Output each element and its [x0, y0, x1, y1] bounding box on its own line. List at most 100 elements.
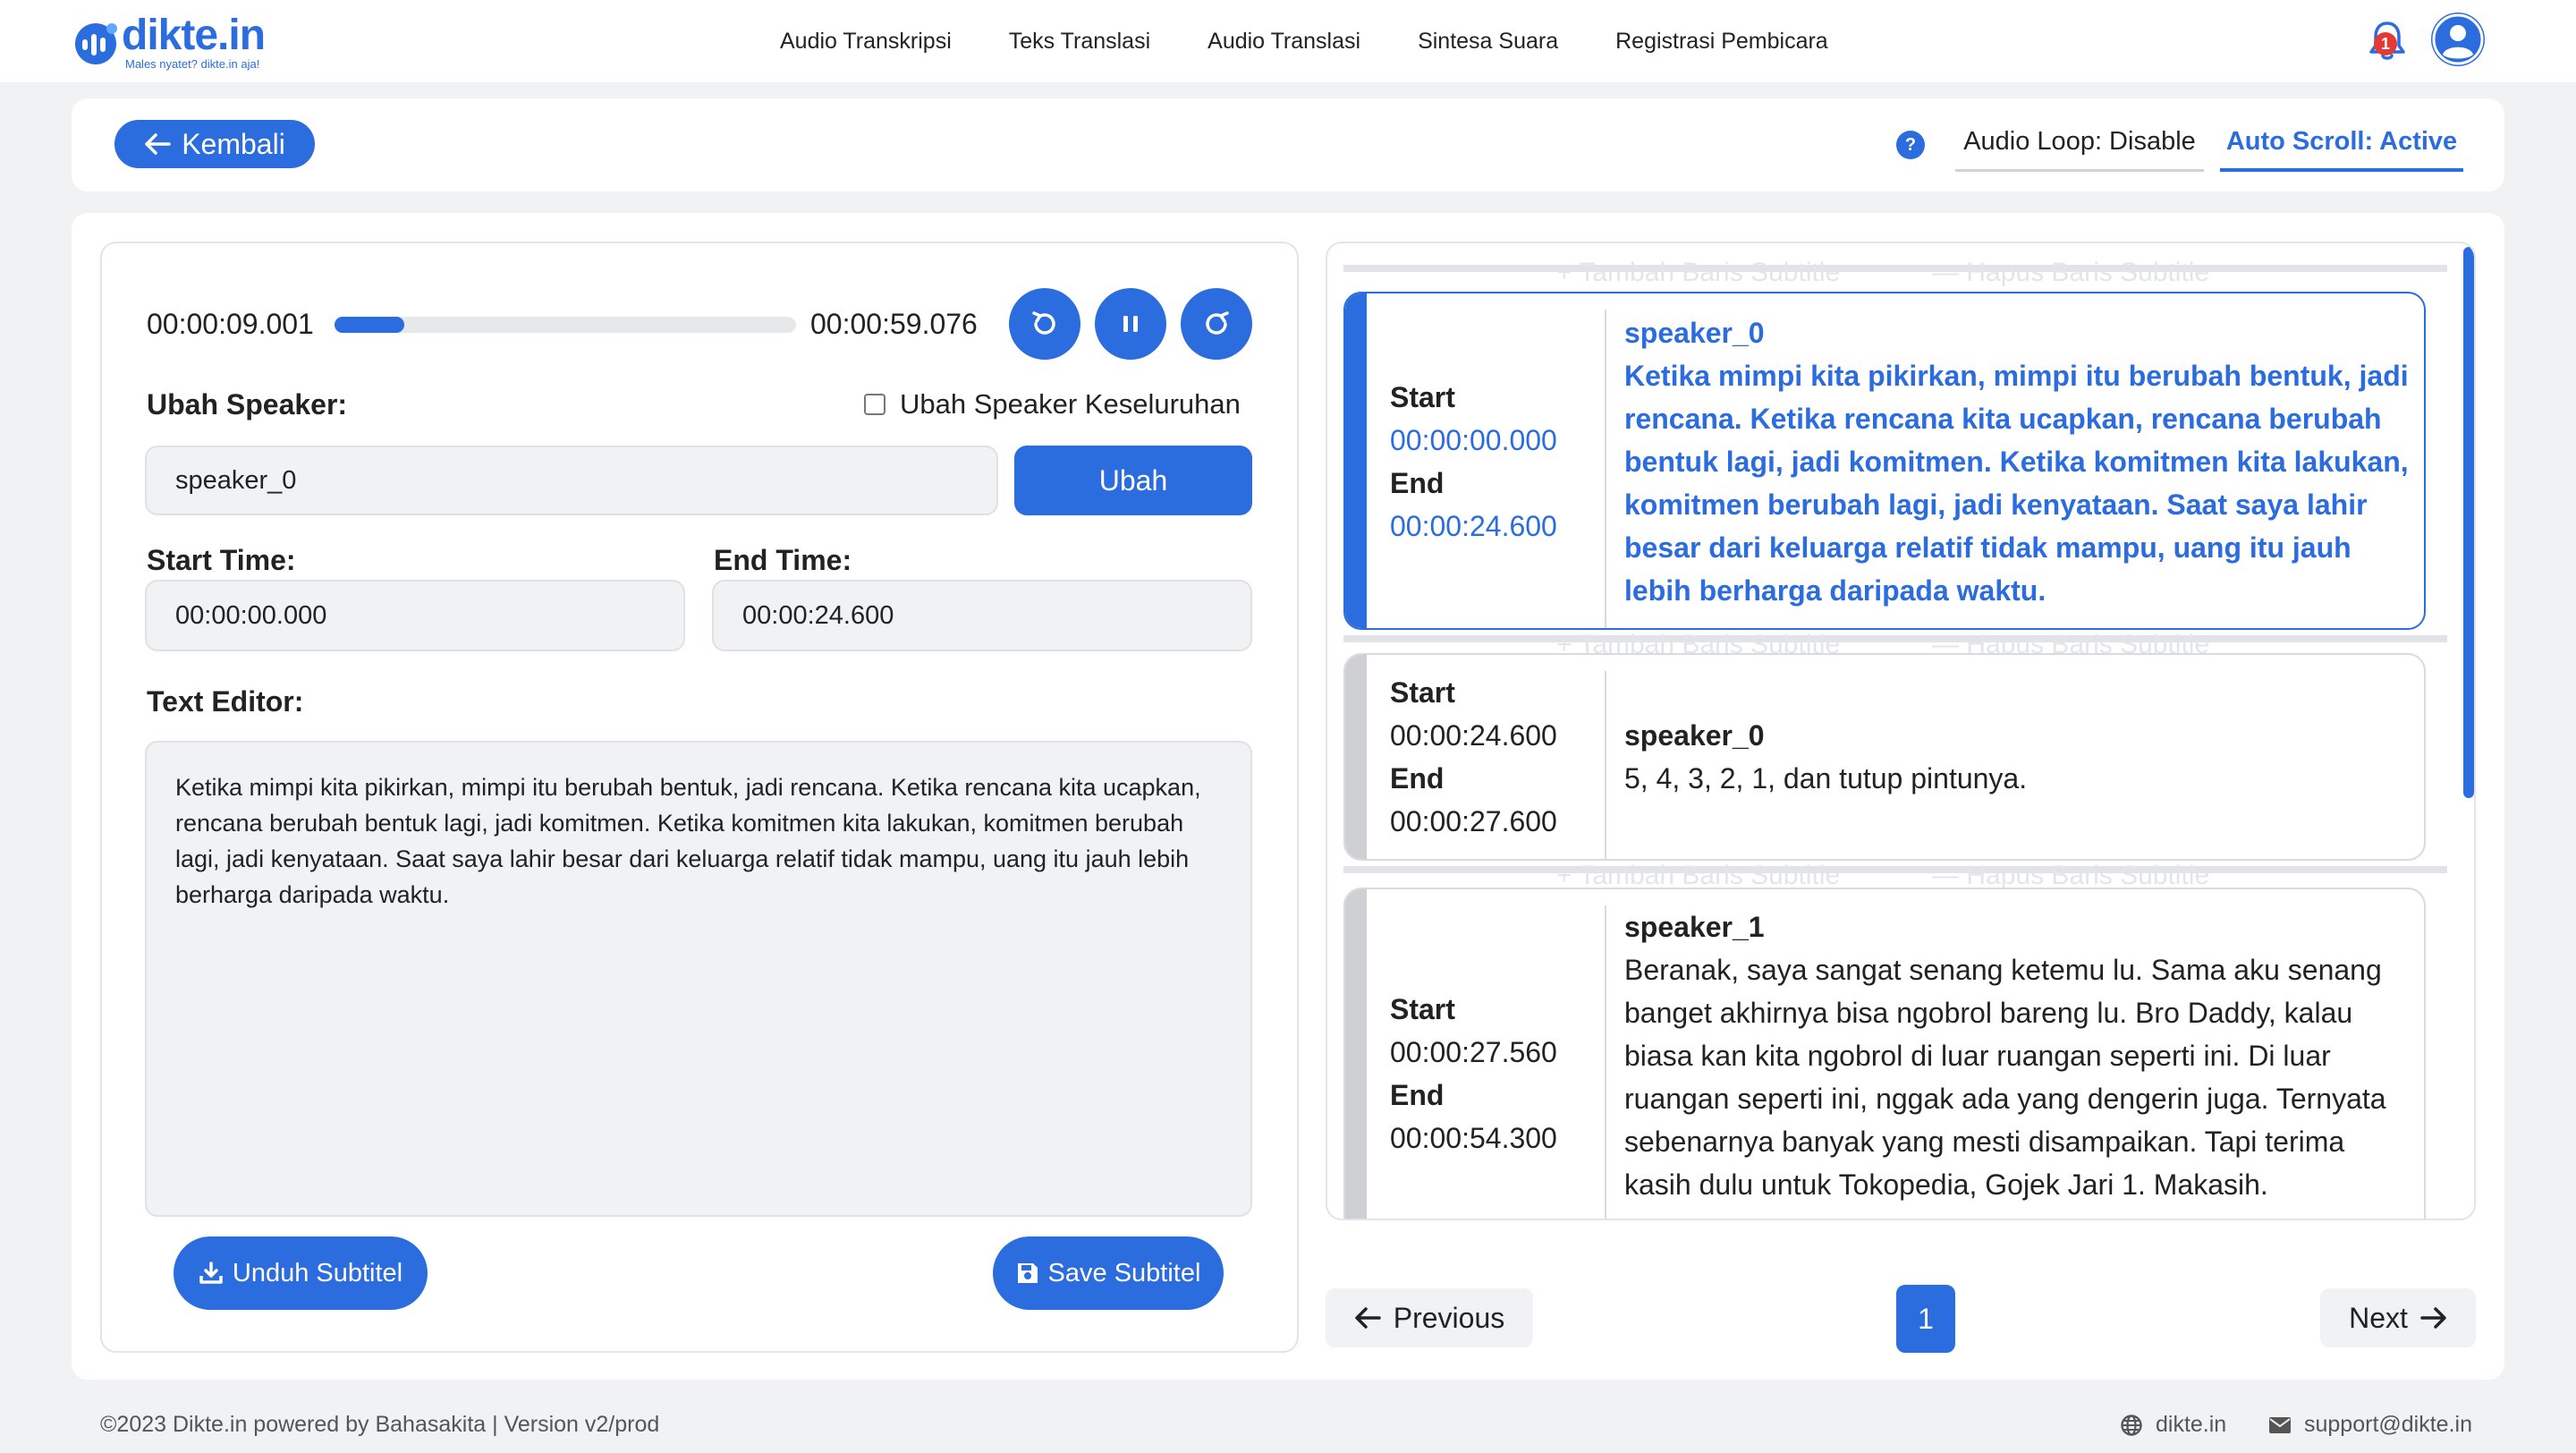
subtitle-row-marker	[1345, 293, 1367, 628]
next-page-label: Next	[2349, 1301, 2408, 1334]
subtitle-text: Ketika mimpi kita pikirkan, mimpi itu be…	[1624, 360, 2409, 607]
subtitle-start-label: Start	[1390, 993, 1455, 1025]
subtitle-divider	[1343, 866, 2447, 873]
previous-page-label: Previous	[1393, 1301, 1505, 1334]
subtitle-speaker: speaker_1	[1624, 911, 1765, 943]
subtitle-end-label: End	[1390, 762, 1445, 794]
save-subtitle-label: Save Subtitel	[1047, 1258, 1201, 1287]
subtitle-divider	[1343, 265, 2447, 272]
brand-logo[interactable]: dikte.in Males nyatet? dikte.in aja!	[72, 12, 286, 71]
toolbar: Kembali ? Audio Loop: Disable Auto Scrol…	[72, 98, 2504, 191]
download-subtitle-button[interactable]: Unduh Subtitel	[174, 1236, 428, 1310]
navbar: dikte.in Males nyatet? dikte.in aja! Aud…	[0, 0, 2576, 82]
subtitle-times: Start 00:00:00.000 End 00:00:24.600	[1390, 376, 1557, 548]
subtitle-separator	[1605, 671, 1606, 859]
remove-subtitle-row-action[interactable]: — Hapus Baris Subtitle	[1932, 861, 2209, 891]
subtitle-times: Start 00:00:27.560 End 00:00:54.300	[1390, 988, 1557, 1160]
audio-loop-toggle[interactable]: Audio Loop: Disable	[1955, 120, 2204, 172]
subtitle-divider	[1343, 635, 2447, 642]
end-time-input[interactable]: 00:00:24.600	[712, 580, 1252, 651]
arrow-left-icon	[145, 133, 171, 155]
download-icon	[199, 1262, 223, 1284]
brand-tagline: Males nyatet? dikte.in aja!	[125, 57, 260, 71]
save-subtitle-button[interactable]: Save Subtitel	[993, 1236, 1224, 1310]
floppy-disk-icon	[1017, 1263, 1038, 1283]
subtitle-start-label: Start	[1390, 381, 1455, 413]
footer: ©2023 Dikte.in powered by Bahasakita | V…	[0, 1396, 2576, 1453]
footer-copyright: ©2023 Dikte.in powered by Bahasakita | V…	[100, 1412, 660, 1437]
user-icon	[2432, 13, 2484, 65]
subtitle-row[interactable]: Start 00:00:27.560 End 00:00:54.300 spea…	[1343, 888, 2426, 1219]
text-editor-label: Text Editor:	[147, 685, 304, 718]
speaker-all-option[interactable]: Ubah Speaker Keseluruhan	[864, 388, 1241, 421]
speaker-all-checkbox[interactable]	[864, 394, 886, 415]
subtitle-row[interactable]: Start 00:00:00.000 End 00:00:24.600 spea…	[1343, 292, 2426, 630]
rewind-button[interactable]	[1009, 288, 1080, 360]
nav-link-audio-translasi[interactable]: Audio Translasi	[1208, 29, 1360, 55]
brand-name: dikte.in	[122, 12, 266, 59]
subtitle-end-time: 00:00:27.600	[1390, 805, 1557, 837]
subtitle-start-time: 00:00:00.000	[1390, 424, 1557, 456]
subtitle-start-time: 00:00:27.560	[1390, 1036, 1557, 1068]
subtitle-end-label: End	[1390, 1079, 1445, 1111]
subtitle-end-label: End	[1390, 467, 1445, 499]
subtitle-times: Start 00:00:24.600 End 00:00:27.600	[1390, 671, 1557, 843]
download-subtitle-label: Unduh Subtitel	[232, 1258, 403, 1287]
subtitle-row-marker	[1345, 655, 1367, 859]
nav-link-audio-transkripsi[interactable]: Audio Transkripsi	[780, 29, 952, 55]
back-button[interactable]: Kembali	[114, 120, 315, 168]
total-time: 00:00:59.076	[810, 308, 978, 340]
audio-progress-bar[interactable]	[335, 317, 796, 333]
pause-button[interactable]	[1095, 288, 1166, 360]
speaker-input[interactable]: speaker_0	[145, 446, 998, 515]
subtitle-separator	[1605, 310, 1606, 628]
subtitle-start-label: Start	[1390, 676, 1455, 709]
user-avatar[interactable]	[2431, 13, 2485, 66]
add-subtitle-row-action[interactable]: + Tambah Baris Subtitle	[1556, 861, 1840, 891]
subtitle-content: speaker_0 Ketika mimpi kita pikirkan, mi…	[1624, 311, 2411, 612]
next-page-button[interactable]: Next	[2320, 1288, 2476, 1347]
add-subtitle-row-action[interactable]: + Tambah Baris Subtitle	[1556, 258, 1840, 288]
subtitle-separator	[1605, 905, 1606, 1219]
subtitle-speaker: speaker_0	[1624, 719, 1765, 752]
subtitle-editor-panel: 00:00:09.001 00:00:59.076 Ubah Speaker: …	[100, 242, 1299, 1353]
forward-icon	[1206, 311, 1229, 335]
add-subtitle-row-label: Tambah Baris Subtitle	[1579, 861, 1841, 890]
forward-button[interactable]	[1181, 288, 1252, 360]
remove-subtitle-row-action[interactable]: — Hapus Baris Subtitle	[1932, 258, 2209, 288]
globe-icon	[2121, 1414, 2142, 1436]
subtitle-text: 5, 4, 3, 2, 1, dan tutup pintunya.	[1624, 762, 2028, 794]
logo-mark-icon	[75, 23, 117, 64]
nav-link-registrasi-pembicara[interactable]: Registrasi Pembicara	[1615, 29, 1828, 55]
footer-email-label: support@dikte.in	[2304, 1412, 2472, 1437]
remove-subtitle-row-label: Hapus Baris Subtitle	[1966, 258, 2210, 287]
subtitle-content: speaker_0 5, 4, 3, 2, 1, dan tutup pintu…	[1624, 714, 2411, 800]
back-label: Kembali	[182, 127, 285, 160]
arrow-right-icon	[2420, 1307, 2446, 1329]
subtitle-row[interactable]: Start 00:00:24.600 End 00:00:27.600 spea…	[1343, 653, 2426, 861]
add-subtitle-row-label: Tambah Baris Subtitle	[1579, 258, 1841, 287]
help-icon[interactable]: ?	[1896, 131, 1925, 159]
previous-page-button[interactable]: Previous	[1326, 1288, 1533, 1347]
page-number-button[interactable]: 1	[1896, 1285, 1955, 1353]
text-editor-textarea[interactable]: Ketika mimpi kita pikirkan, mimpi itu be…	[145, 741, 1252, 1217]
speaker-all-label: Ubah Speaker Keseluruhan	[900, 388, 1241, 420]
subtitle-end-time: 00:00:24.600	[1390, 510, 1557, 542]
footer-website-link[interactable]: dikte.in	[2120, 1412, 2226, 1438]
nav-link-sintesa-suara[interactable]: Sintesa Suara	[1418, 29, 1558, 55]
arrow-left-icon	[1355, 1307, 1381, 1329]
auto-scroll-toggle[interactable]: Auto Scroll: Active	[2220, 120, 2463, 172]
nav-link-teks-translasi[interactable]: Teks Translasi	[1009, 29, 1150, 55]
start-time-input[interactable]: 00:00:00.000	[145, 580, 685, 651]
footer-email-link[interactable]: support@dikte.in	[2268, 1412, 2472, 1438]
nav-menu: Audio Transkripsi Teks Translasi Audio T…	[780, 0, 1828, 82]
rewind-icon	[1032, 311, 1055, 335]
end-time-label: End Time:	[714, 544, 852, 576]
ubah-button[interactable]: Ubah	[1014, 446, 1252, 515]
pause-icon	[1123, 316, 1138, 332]
subtitle-list-panel: + Tambah Baris Subtitle — Hapus Baris Su…	[1326, 242, 2476, 1220]
start-time-label: Start Time:	[147, 544, 296, 576]
subtitle-end-time: 00:00:54.300	[1390, 1122, 1557, 1154]
remove-subtitle-row-label: Hapus Baris Subtitle	[1966, 861, 2210, 890]
subtitle-list-scrollbar[interactable]	[2463, 247, 2474, 798]
